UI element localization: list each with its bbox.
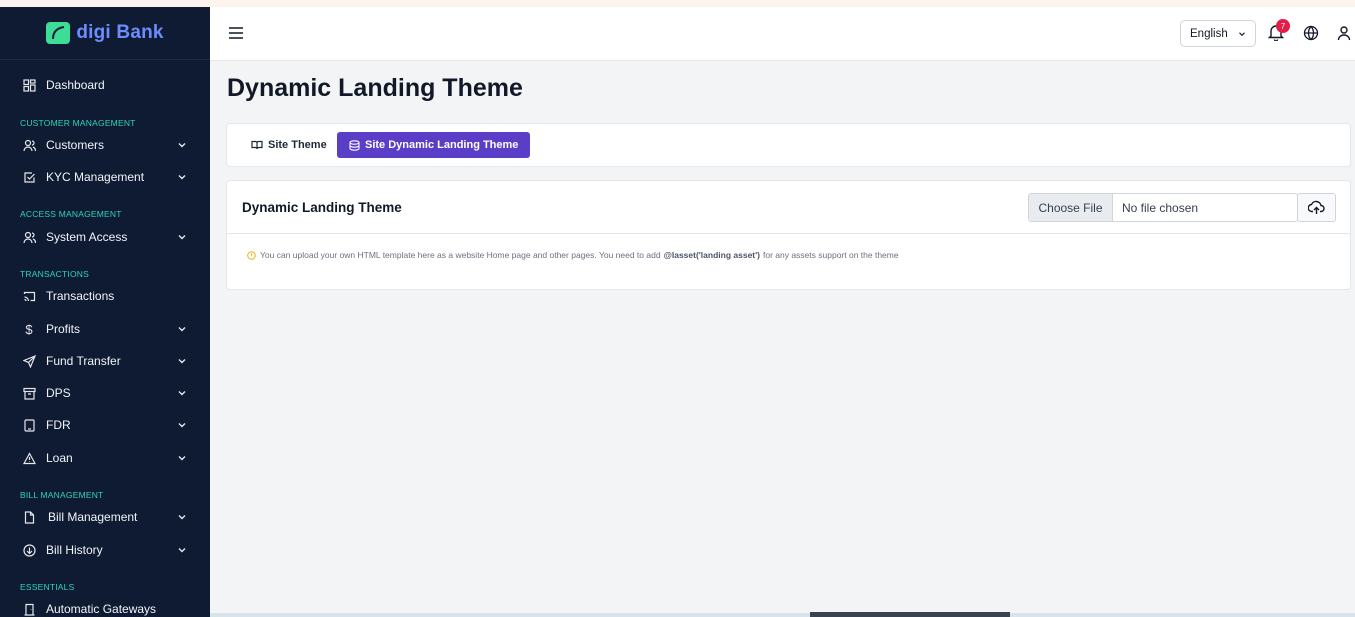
chevron-down-icon [178,548,186,553]
upload-note: You can upload your own HTML template he… [247,250,899,260]
sidebar-item-label: Profits [46,322,81,336]
sidebar-item-label: Bill Management [48,510,138,524]
menu-icon[interactable] [228,26,244,40]
sidebar-item-label: System Access [46,230,128,244]
book-open-icon [251,140,263,150]
cloud-upload-icon [1308,200,1325,214]
checkbox-icon [22,170,36,184]
sidebar-item-bill-management[interactable]: Bill Management [0,503,210,531]
dollar-icon: $ [25,321,33,337]
language-label: English [1190,27,1228,40]
arrow-down-circle-icon [22,543,36,557]
top-strip [0,0,1355,7]
leaf-icon [46,22,71,44]
sidebar-item-fund-transfer[interactable]: Fund Transfer [0,347,210,375]
upload-card: Dynamic Landing Theme Choose File No fil… [226,180,1351,290]
sidebar-item-label: Loan [46,451,73,465]
card-title: Dynamic Landing Theme [242,200,402,215]
sidebar-item-label: DPS [46,386,71,400]
sidebar-item-dashboard[interactable]: Dashboard [0,71,210,99]
section-essentials: ESSENTIALS [20,582,75,592]
chevron-down-icon [178,327,186,332]
alert-triangle-icon [22,451,36,465]
database-icon [349,139,360,151]
bottom-bar [210,613,1355,617]
users-icon [22,230,36,244]
send-icon [22,354,36,368]
choose-file-button[interactable]: Choose File [1029,194,1113,221]
sidebar-item-automatic-gateways[interactable]: Automatic Gateways [0,595,210,617]
upload-button[interactable] [1297,193,1336,222]
sidebar-item-label: KYC Management [46,170,145,184]
globe-icon[interactable] [1303,25,1319,41]
cast-icon [22,289,36,303]
section-access: ACCESS MANAGEMENT [20,209,122,219]
chevron-down-icon [178,423,186,428]
sidebar-item-bill-history[interactable]: Bill History [0,536,210,564]
chevron-down-icon [178,456,186,461]
theme-tabs: Site Theme Site Dynamic Landing Theme [226,123,1351,167]
section-transactions: TRANSACTIONS [20,269,89,279]
file-input[interactable]: Choose File No file chosen [1028,193,1298,222]
sidebar-item-label: Automatic Gateways [46,602,157,616]
door-icon [22,602,36,616]
archive-icon [22,386,36,400]
notification-badge: 7 [1276,19,1290,33]
sidebar-item-label: Customers [46,138,105,152]
grid-icon [22,78,36,92]
page-title: Dynamic Landing Theme [227,74,523,102]
sidebar-item-system-access[interactable]: System Access [0,223,210,251]
note-code: @lasset('landing asset') [663,250,760,260]
sidebar-item-label: FDR [46,418,71,432]
file-icon [22,510,36,524]
note-text: You can upload your own HTML template he… [260,250,661,260]
top-header: English 7 [210,7,1355,61]
sidebar: digi Bank Dashboard CUSTOMER MANAGEMENT … [0,7,210,617]
tab-label: Site Theme [268,139,327,151]
language-select[interactable]: English [1180,20,1256,47]
tab-site-dynamic-landing-theme[interactable]: Site Dynamic Landing Theme [337,132,531,158]
note-text-end: for any assets support on the theme [762,250,899,260]
file-status: No file chosen [1122,200,1199,215]
sidebar-item-customers[interactable]: Customers [0,131,210,159]
chevron-down-icon [178,515,186,520]
brand-name: digi Bank [76,22,164,43]
chevron-down-icon [178,359,186,364]
chevron-down-icon [178,175,186,180]
info-icon [247,250,256,260]
sidebar-item-transactions[interactable]: Transactions [0,282,210,310]
chevron-down-icon [178,143,186,148]
chevron-down-icon [1239,32,1245,37]
section-bill: BILL MANAGEMENT [20,490,104,500]
sidebar-item-label: Fund Transfer [46,354,121,368]
chevron-down-icon [178,391,186,396]
sidebar-item-dps[interactable]: DPS [0,379,210,407]
tab-label: Site Dynamic Landing Theme [365,139,519,151]
sidebar-item-label: Bill History [46,543,103,557]
sidebar-item-fdr[interactable]: FDR [0,411,210,439]
sidebar-item-kyc[interactable]: KYC Management [0,163,210,191]
tab-site-theme[interactable]: Site Theme [239,132,339,158]
sidebar-item-profits[interactable]: $ Profits [0,315,210,343]
users-icon [22,138,36,152]
divider [227,233,1350,234]
sidebar-item-label: Dashboard [46,78,105,92]
section-customer: CUSTOMER MANAGEMENT [20,118,136,128]
tablet-icon [22,418,36,432]
brand[interactable]: digi Bank [0,7,210,60]
scroll-indicator[interactable] [810,612,1010,617]
user-icon[interactable] [1337,25,1351,41]
sidebar-item-loan[interactable]: Loan [0,444,210,472]
sidebar-item-label: Transactions [46,289,115,303]
chevron-down-icon [178,235,186,240]
